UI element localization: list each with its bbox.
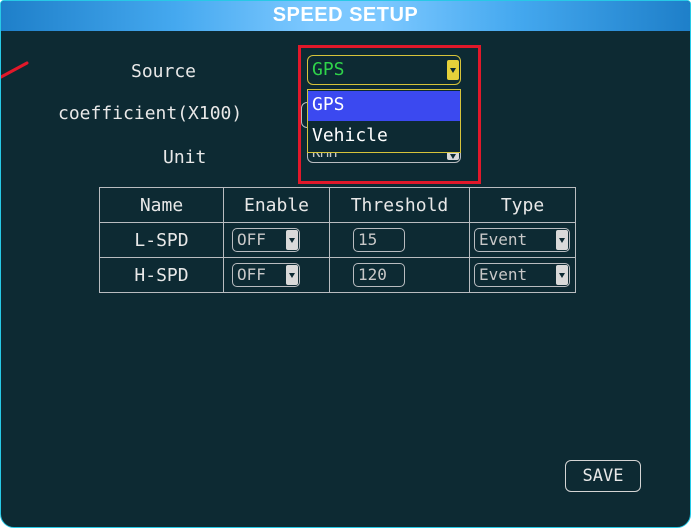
enable-select[interactable]: OFF xyxy=(232,263,300,287)
coefficient-label: coefficient(X100) xyxy=(58,103,243,124)
header-threshold: Threshold xyxy=(329,187,470,223)
type-select[interactable]: Event xyxy=(474,263,570,287)
page-title: SPEED SETUP xyxy=(272,4,419,26)
chevron-down-icon[interactable] xyxy=(286,230,298,250)
enable-cell: OFF xyxy=(223,257,330,293)
pointer-line xyxy=(1,61,29,79)
header-enable: Enable xyxy=(223,187,330,223)
type-value: Event xyxy=(479,265,528,284)
table-row: H-SPD OFF 120 Event xyxy=(99,257,576,293)
header-name: Name xyxy=(99,187,224,223)
enable-cell: OFF xyxy=(223,222,330,258)
chevron-down-icon[interactable] xyxy=(556,230,568,250)
threshold-cell: 15 xyxy=(329,222,470,258)
row-name: L-SPD xyxy=(99,222,224,258)
enable-select[interactable]: OFF xyxy=(232,228,300,252)
unit-label: Unit xyxy=(163,147,207,168)
enable-value: OFF xyxy=(237,230,266,249)
threshold-input[interactable]: 15 xyxy=(353,228,405,252)
enable-value: OFF xyxy=(237,265,266,284)
type-value: Event xyxy=(479,230,528,249)
threshold-input[interactable]: 120 xyxy=(353,263,405,287)
dvr-screen: SPEED SETUP Source coefficient(X100) Uni… xyxy=(0,0,691,528)
header-type: Type xyxy=(469,187,576,223)
source-label: Source xyxy=(131,61,197,82)
speed-table: Name Enable Threshold Type L-SPD OFF 15 … xyxy=(99,187,576,293)
type-cell: Event xyxy=(469,222,576,258)
threshold-cell: 120 xyxy=(329,257,470,293)
title-bar: SPEED SETUP xyxy=(1,1,690,31)
type-select[interactable]: Event xyxy=(474,228,570,252)
table-header-row: Name Enable Threshold Type xyxy=(99,187,576,223)
chevron-down-icon[interactable] xyxy=(556,265,568,285)
type-cell: Event xyxy=(469,257,576,293)
chevron-down-icon[interactable] xyxy=(286,265,298,285)
save-button[interactable]: SAVE xyxy=(565,460,641,492)
table-row: L-SPD OFF 15 Event xyxy=(99,222,576,258)
row-name: H-SPD xyxy=(99,257,224,293)
highlight-box xyxy=(298,45,481,184)
